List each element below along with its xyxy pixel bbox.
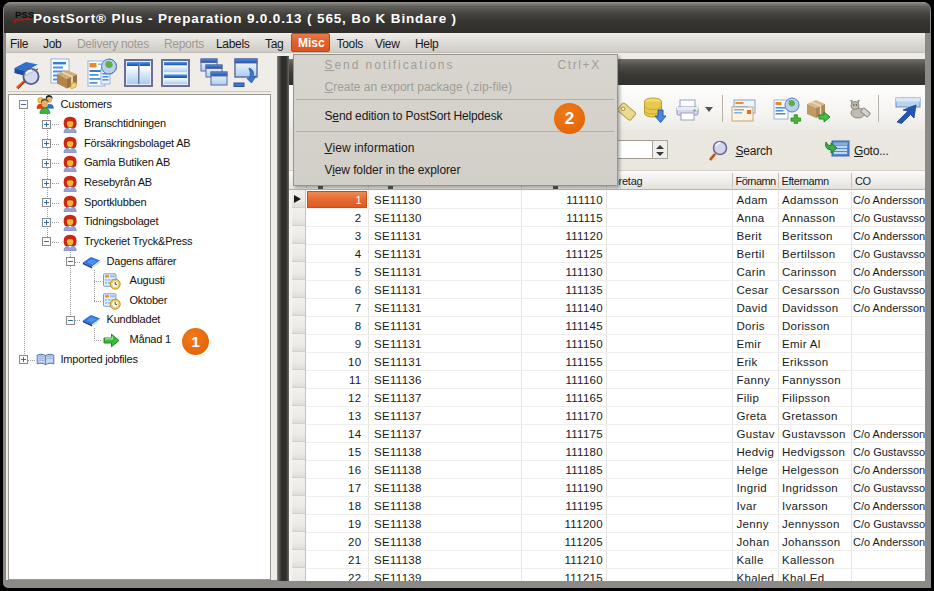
svg-text:PSS: PSS [15, 9, 34, 20]
